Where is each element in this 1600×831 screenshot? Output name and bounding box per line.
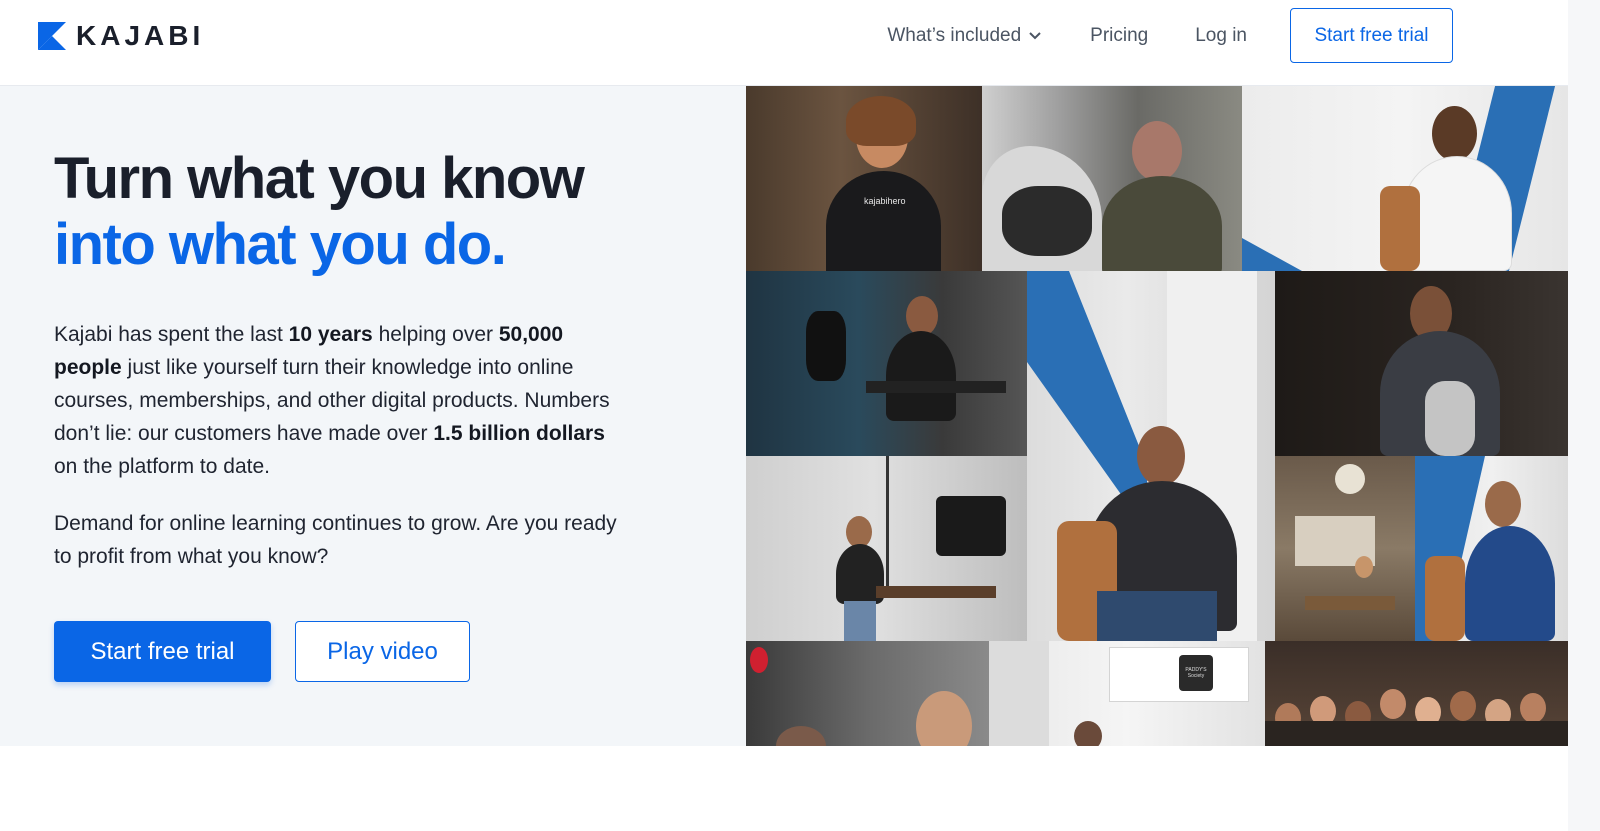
kajabi-logo[interactable]: KAJABI xyxy=(38,22,204,50)
photo-woman-studio-camera xyxy=(746,456,1027,641)
photo-woman-gym xyxy=(746,271,1027,456)
desc-text-4: on the platform to date. xyxy=(54,455,270,478)
nav-whats-included[interactable]: What’s included xyxy=(887,25,1041,47)
hero-headline: Turn what you know into what you do. xyxy=(54,146,585,278)
photo-man-motorcycle xyxy=(982,86,1242,271)
hero-subdescription: Demand for online learning continues to … xyxy=(54,512,617,568)
headline-line-2: into what you do. xyxy=(54,212,507,277)
shirt-text: kajabihero xyxy=(864,196,906,206)
hero-section: Turn what you know into what you do. Kaj… xyxy=(0,86,746,746)
kitchen-sign-text: PADDY'S Society xyxy=(1185,667,1207,679)
photo-woman-kajabi-shirt: kajabihero xyxy=(746,86,982,271)
nav-pricing[interactable]: Pricing xyxy=(1090,25,1148,47)
start-free-trial-nav-button[interactable]: Start free trial xyxy=(1290,8,1453,63)
nav-login[interactable]: Log in xyxy=(1195,25,1247,47)
logo-wordmark: KAJABI xyxy=(76,20,205,51)
desc-text-1: Kajabi has spent the last xyxy=(54,323,289,346)
photo-woman-home-office xyxy=(1275,456,1415,641)
top-navbar: KAJABI What’s included Pricing Log in St… xyxy=(0,0,1600,86)
photo-audience xyxy=(1265,641,1568,746)
kajabi-logo-icon xyxy=(38,22,66,50)
photo-man-closeup xyxy=(746,641,989,746)
photo-man-blue-shirt xyxy=(1415,456,1568,641)
desc-bold-years: 10 years xyxy=(288,323,373,346)
creator-photo-collage: kajabihero PADDY'S Society xyxy=(746,86,1568,746)
photo-kitchen: PADDY'S Society xyxy=(989,641,1265,746)
photo-man-chair-center xyxy=(1027,271,1275,641)
desc-bold-dollars: 1.5 billion dollars xyxy=(433,422,605,445)
chevron-down-icon xyxy=(1029,31,1041,39)
photo-man-talking-chair xyxy=(1242,86,1568,271)
nav-whats-included-label: What’s included xyxy=(887,24,1022,46)
start-free-trial-button[interactable]: Start free trial xyxy=(54,621,271,682)
desc-text-2: helping over xyxy=(372,323,499,346)
headline-line-1: Turn what you know xyxy=(54,146,585,211)
main-nav: What’s included Pricing Log in Start fre… xyxy=(887,8,1453,63)
page-scrollbar[interactable] xyxy=(1568,0,1600,831)
photo-man-dark-sitting xyxy=(1275,271,1568,456)
play-video-button[interactable]: Play video xyxy=(295,621,470,682)
hero-description: Kajabi has spent the last 10 years helpi… xyxy=(54,318,624,483)
